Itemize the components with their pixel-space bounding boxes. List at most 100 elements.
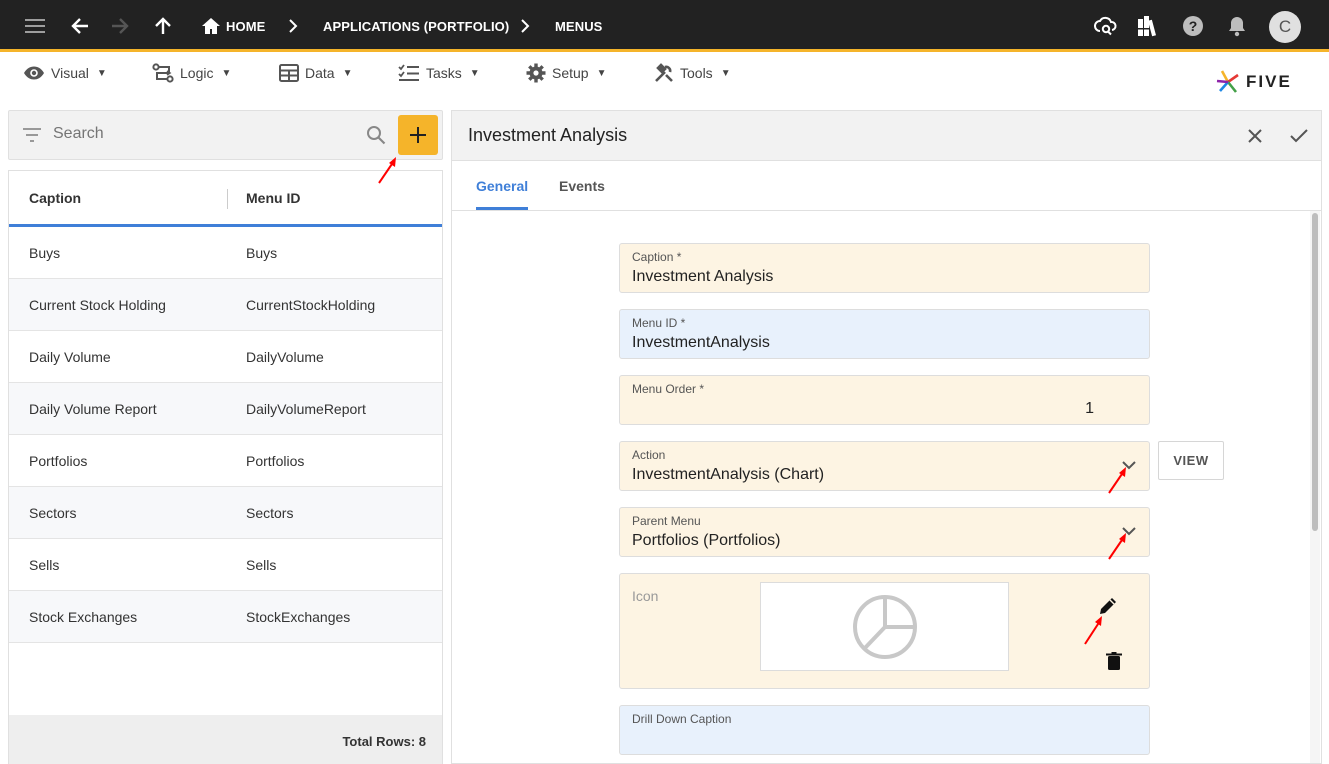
- table-row[interactable]: Sectors Sectors: [9, 487, 442, 539]
- action-select[interactable]: Action InvestmentAnalysis (Chart): [619, 441, 1150, 491]
- annotation-arrow-icon: [1084, 616, 1102, 645]
- back-arrow-icon[interactable]: [67, 13, 93, 39]
- search-icon[interactable]: [366, 125, 386, 145]
- menu-order-field[interactable]: Menu Order * 1: [619, 375, 1150, 425]
- pencil-icon: [1100, 598, 1116, 614]
- cell-caption: Stock Exchanges: [29, 609, 138, 625]
- parent-menu-value: Portfolios (Portfolios): [632, 532, 781, 549]
- table-row[interactable]: Current Stock Holding CurrentStockHoldin…: [9, 279, 442, 331]
- column-header-menu-id[interactable]: Menu ID: [246, 190, 300, 206]
- menu-tasks[interactable]: Tasks ▼: [398, 63, 480, 83]
- five-logo-text: FIVE: [1246, 72, 1292, 91]
- chevron-right-icon: [521, 19, 530, 33]
- eye-icon: [24, 66, 44, 80]
- menu-data[interactable]: Data ▼: [279, 63, 352, 83]
- help-icon[interactable]: ?: [1180, 13, 1206, 39]
- plus-icon: [410, 127, 426, 143]
- caret-down-icon: ▼: [596, 67, 607, 79]
- caption-field[interactable]: Caption * Investment Analysis: [619, 243, 1150, 293]
- menu-tasks-label: Tasks: [426, 65, 462, 81]
- home-icon[interactable]: [198, 13, 224, 39]
- cell-caption: Sells: [29, 557, 60, 573]
- cell-menu-id: DailyVolumeReport: [246, 401, 366, 417]
- caret-down-icon: ▼: [96, 67, 107, 79]
- active-tab-indicator: [476, 207, 528, 210]
- caret-down-icon: ▼: [469, 67, 480, 79]
- add-button[interactable]: [398, 115, 438, 155]
- menu-setup-label: Setup: [552, 65, 589, 81]
- five-logo: FIVE: [1216, 70, 1292, 94]
- cancel-button[interactable]: [1243, 124, 1267, 148]
- menu-form: Investment Analysis General Events Capti…: [451, 110, 1322, 764]
- svg-text:?: ?: [1189, 18, 1198, 34]
- drill-down-caption-field[interactable]: Drill Down Caption: [619, 705, 1150, 755]
- forward-arrow-icon: [107, 13, 133, 39]
- table-row[interactable]: Daily Volume Report DailyVolumeReport: [9, 383, 442, 435]
- delete-icon-button[interactable]: [1106, 652, 1122, 675]
- table-row[interactable]: Portfolios Portfolios: [9, 435, 442, 487]
- logic-icon: [152, 63, 174, 83]
- menu-visual-label: Visual: [51, 65, 89, 81]
- menu-order-label: Menu Order *: [632, 382, 705, 396]
- up-arrow-icon[interactable]: [150, 13, 176, 39]
- icon-label: Icon: [632, 588, 659, 604]
- chevron-right-icon: [289, 19, 298, 33]
- trash-icon: [1106, 652, 1122, 670]
- hamburger-menu-icon[interactable]: [23, 13, 49, 39]
- user-avatar[interactable]: C: [1269, 11, 1301, 43]
- tab-events[interactable]: Events: [559, 178, 605, 194]
- breadcrumb-menus[interactable]: MENUS: [555, 19, 602, 34]
- menu-order-value[interactable]: 1: [1085, 400, 1094, 418]
- scrollbar[interactable]: [1310, 211, 1320, 763]
- search-input[interactable]: [53, 125, 353, 143]
- menu-id-field[interactable]: Menu ID * InvestmentAnalysis: [619, 309, 1150, 359]
- parent-menu-select[interactable]: Parent Menu Portfolios (Portfolios): [619, 507, 1150, 557]
- cell-caption: Sectors: [29, 505, 77, 521]
- cell-menu-id: DailyVolume: [246, 349, 324, 365]
- menu-id-label: Menu ID *: [632, 316, 686, 330]
- breadcrumb-applications[interactable]: APPLICATIONS (PORTFOLIO): [323, 19, 509, 34]
- save-button[interactable]: [1287, 124, 1311, 148]
- scrollbar-thumb[interactable]: [1312, 213, 1318, 531]
- cell-caption: Daily Volume Report: [29, 401, 157, 417]
- tasks-icon: [398, 64, 419, 81]
- menu-list: Caption Menu ID Buys Buys Current Stock …: [8, 170, 443, 764]
- table-row[interactable]: Stock Exchanges StockExchanges: [9, 591, 442, 643]
- action-value: InvestmentAnalysis (Chart): [632, 466, 825, 483]
- view-button[interactable]: VIEW: [1158, 441, 1224, 480]
- caret-down-icon: ▼: [720, 67, 731, 79]
- cell-caption: Current Stock Holding: [29, 297, 166, 313]
- caret-down-icon: ▼: [342, 67, 353, 79]
- annotation-arrow-icon: [1108, 467, 1126, 494]
- cell-menu-id: Sells: [246, 557, 277, 573]
- cell-menu-id: Portfolios: [246, 453, 305, 469]
- total-rows: Total Rows: 8: [342, 734, 426, 749]
- caret-down-icon: ▼: [221, 67, 232, 79]
- form-title: Investment Analysis: [468, 125, 628, 145]
- library-books-icon[interactable]: [1135, 13, 1161, 39]
- table-row[interactable]: Sells Sells: [9, 539, 442, 591]
- menu-tools-label: Tools: [680, 65, 713, 81]
- table-row[interactable]: Buys Buys: [9, 227, 442, 279]
- action-label: Action: [632, 448, 666, 462]
- drill-down-caption-label: Drill Down Caption: [632, 712, 732, 726]
- notifications-bell-icon[interactable]: [1224, 13, 1250, 39]
- cloud-search-icon[interactable]: [1093, 13, 1119, 39]
- table-row[interactable]: Daily Volume DailyVolume: [9, 331, 442, 383]
- list-footer: Total Rows: 8: [9, 715, 442, 764]
- column-header-caption[interactable]: Caption: [29, 190, 81, 206]
- breadcrumb-home[interactable]: HOME: [226, 19, 265, 34]
- menu-id-value[interactable]: InvestmentAnalysis: [632, 334, 770, 352]
- filter-icon[interactable]: [22, 128, 42, 142]
- table-icon: [279, 64, 299, 82]
- caption-label: Caption *: [632, 250, 682, 264]
- cell-menu-id: CurrentStockHolding: [246, 297, 376, 313]
- menu-setup[interactable]: Setup ▼: [526, 63, 607, 83]
- menu-logic[interactable]: Logic ▼: [152, 63, 231, 83]
- menu-visual[interactable]: Visual ▼: [23, 63, 107, 83]
- cell-menu-id: StockExchanges: [246, 609, 351, 625]
- tab-general[interactable]: General: [476, 178, 528, 194]
- menu-tools[interactable]: Tools ▼: [654, 63, 731, 83]
- caption-value[interactable]: Investment Analysis: [632, 268, 773, 286]
- cell-caption: Daily Volume: [29, 349, 111, 365]
